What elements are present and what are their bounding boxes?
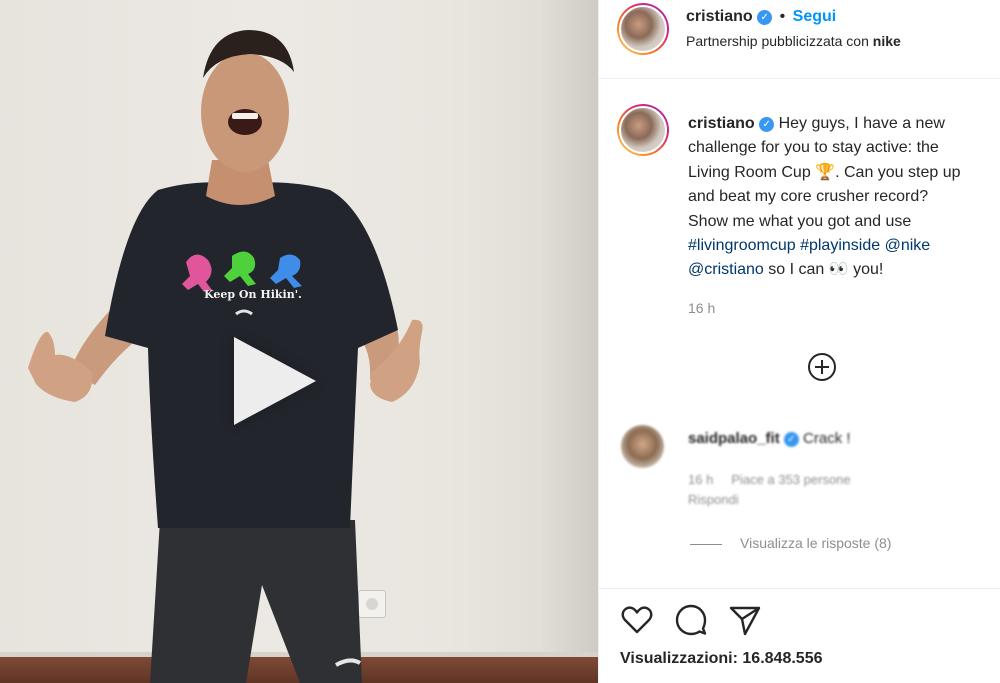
verified-icon: ✓ xyxy=(783,432,799,447)
partnership-prefix: Partnership pubblicizzata con xyxy=(686,33,869,49)
partner-link[interactable]: nike xyxy=(873,33,901,49)
comment-avatar[interactable] xyxy=(621,425,664,468)
caption-username[interactable]: cristiano xyxy=(688,115,755,132)
heart-icon[interactable] xyxy=(620,603,654,637)
caption-line-3: Living Room Cup 🏆. Can you step up xyxy=(688,163,961,181)
comment-meta: 16 h Piace a 353 persone xyxy=(688,472,851,487)
caption-line-5: Show me what you got and use xyxy=(688,212,912,230)
header-divider xyxy=(598,78,1000,79)
comment-time[interactable]: 16 h xyxy=(688,472,713,487)
shirt-text: Keep On Hikin'. xyxy=(204,288,302,301)
views-label: Visualizzazioni: xyxy=(620,650,738,667)
hashtag-playinside[interactable]: #playinside xyxy=(800,237,880,254)
play-icon[interactable] xyxy=(234,337,316,425)
post-header: cristiano ✓ • Segui xyxy=(686,8,836,26)
comment-username[interactable]: saidpalao_fit xyxy=(688,430,780,447)
post-media[interactable]: Keep On Hikin'. xyxy=(0,0,598,683)
share-icon[interactable] xyxy=(728,603,762,637)
profile-photo xyxy=(619,5,667,53)
comment-text: Crack ! xyxy=(803,430,851,447)
plus-circle-icon[interactable] xyxy=(808,353,836,381)
separator-dot: • xyxy=(779,8,786,25)
views-number: 16.848.556 xyxy=(742,650,823,667)
header-username[interactable]: cristiano xyxy=(686,8,753,25)
reply-button[interactable]: Rispondi xyxy=(688,492,739,507)
comment-likes[interactable]: Piace a 353 persone xyxy=(731,472,850,487)
comment: saidpalao_fit ✓ Crack ! xyxy=(688,430,851,447)
post-sidebar xyxy=(598,0,1000,683)
caption-line-1: Hey guys, I have a new xyxy=(778,115,945,132)
post-caption: cristiano ✓ Hey guys, I have a new chall… xyxy=(688,112,1000,283)
paid-partnership-label: Partnership pubblicizzata con nike xyxy=(686,33,901,49)
mention-cristiano[interactable]: @cristiano xyxy=(688,261,764,278)
caption-timestamp[interactable]: 16 h xyxy=(688,300,715,316)
profile-photo xyxy=(619,106,667,154)
mention-nike[interactable]: @nike xyxy=(885,237,931,254)
views-count[interactable]: Visualizzazioni: 16.848.556 xyxy=(620,650,822,668)
caption-line-2: challenge for you to stay active: the xyxy=(688,139,939,157)
caption-line-7: so I can 👀 you! xyxy=(768,261,884,279)
view-replies-label: Visualizza le risposte (8) xyxy=(740,535,892,551)
comment-icon[interactable] xyxy=(674,603,708,637)
verified-icon: ✓ xyxy=(759,117,775,132)
view-replies-button[interactable]: Visualizza le risposte (8) xyxy=(690,535,891,551)
caption-line-4: and beat my core crusher record? xyxy=(688,188,929,206)
caption-avatar[interactable] xyxy=(617,104,669,156)
header-avatar[interactable] xyxy=(617,3,669,55)
replies-dash xyxy=(690,543,722,545)
actions-divider xyxy=(598,588,1000,589)
follow-button[interactable]: Segui xyxy=(793,8,837,25)
verified-icon: ✓ xyxy=(757,10,773,25)
hashtag-livingroomcup[interactable]: #livingroomcup xyxy=(688,237,796,254)
